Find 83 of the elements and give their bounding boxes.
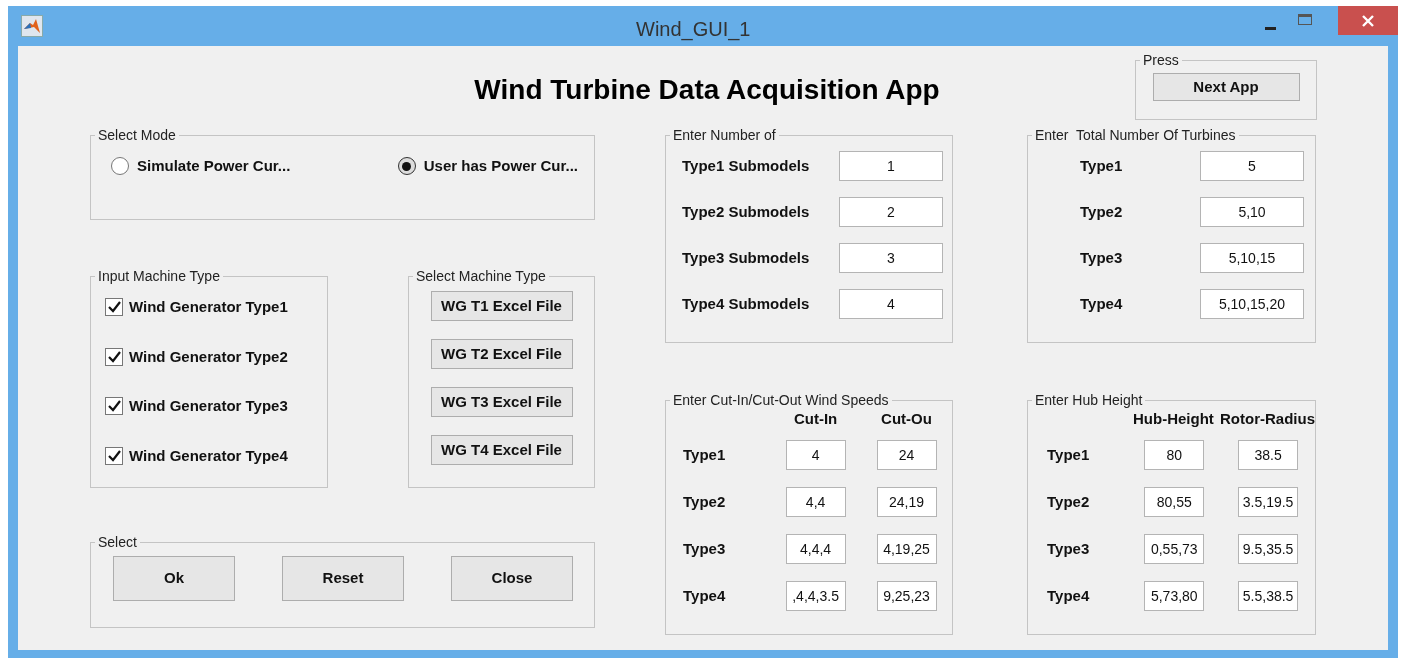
checkbox-label: Wind Generator Type3 — [129, 396, 288, 416]
row-label: Type1 — [683, 444, 727, 465]
text-field[interactable]: 1 — [839, 151, 943, 181]
checkbox[interactable] — [105, 347, 123, 366]
text-field[interactable]: 4 — [839, 289, 943, 319]
text-field[interactable]: 9.5,35.5 — [1238, 534, 1299, 564]
row-label: Type2 — [1047, 491, 1091, 512]
close-icon — [1362, 14, 1374, 27]
row-label: Type1 Submodels — [682, 155, 811, 176]
checkmark-icon — [107, 449, 121, 462]
row-label: Type4 — [1047, 585, 1091, 606]
panel-title: Enter Cut-In/Cut-Out Wind Speeds — [672, 392, 890, 408]
text-field[interactable]: 3.5,19.5 — [1238, 487, 1299, 517]
text-field[interactable]: 4,4,4 — [785, 534, 846, 564]
column-header: Cut-Ou — [880, 409, 933, 429]
text-field[interactable]: 5,73,80 — [1144, 581, 1205, 611]
text-field[interactable]: 80,55 — [1144, 487, 1205, 517]
push-button[interactable]: Close — [451, 556, 573, 601]
text-field[interactable]: 5.5,38.5 — [1238, 581, 1299, 611]
text-field[interactable]: ,4,4,3.5 — [785, 581, 846, 611]
row-label: Type2 Submodels — [682, 201, 811, 222]
column-header: Rotor-Radius — [1220, 409, 1315, 429]
push-button[interactable]: WG T4 Excel File — [430, 435, 573, 465]
push-button[interactable]: Ok — [113, 556, 235, 601]
maximize-icon[interactable] — [1298, 14, 1312, 25]
checkbox-label: Wind Generator Type2 — [129, 346, 288, 367]
push-button[interactable]: WG T3 Excel File — [430, 387, 573, 417]
app-title: Wind Turbine Data Acquisition App — [474, 73, 940, 107]
row-label: Type4 Submodels — [682, 293, 811, 314]
close-button[interactable] — [1338, 6, 1398, 35]
text-field[interactable]: 5,10,15 — [1200, 243, 1304, 273]
row-label: Type2 — [683, 491, 727, 512]
row-label: Type3 — [683, 538, 727, 559]
checkmark-icon — [107, 301, 121, 314]
window-title: Wind_GUI_1 — [636, 17, 751, 43]
text-field[interactable]: 2 — [839, 197, 943, 227]
row-label: Type3 — [1047, 538, 1091, 559]
radio-button[interactable] — [111, 157, 129, 176]
text-field[interactable]: 24 — [876, 440, 937, 470]
row-label: Type3 Submodels — [682, 247, 811, 268]
checkbox[interactable] — [105, 397, 123, 416]
row-label: Type4 — [683, 585, 727, 606]
text-field[interactable]: 80 — [1144, 440, 1205, 470]
push-button[interactable]: Reset — [282, 556, 404, 601]
text-field[interactable]: 5 — [1200, 151, 1304, 181]
push-button[interactable]: WG T2 Excel File — [430, 339, 573, 369]
text-field[interactable]: 24,19 — [876, 487, 937, 517]
column-header: Cut-In — [792, 409, 839, 429]
panel-title: Enter Number of — [672, 127, 777, 143]
radio-label: User has Power Cur... — [423, 156, 578, 176]
panel-title: Enter Hub Height — [1034, 392, 1144, 408]
row-label: Type3 — [1080, 247, 1124, 268]
checkmark-icon — [107, 350, 121, 363]
text-field[interactable]: 38.5 — [1238, 440, 1299, 470]
text-field[interactable]: 5,10 — [1200, 197, 1304, 227]
text-field[interactable]: 4,19,25 — [876, 534, 937, 564]
panel-title: Input Machine Type — [97, 268, 221, 284]
row-label: Type4 — [1080, 293, 1124, 314]
radio-button[interactable] — [397, 157, 416, 176]
text-field[interactable]: 0,55,73 — [1144, 534, 1205, 564]
panel-title: Enter Total Number Of Turbines — [1034, 127, 1237, 143]
panel-title: Select — [97, 534, 138, 550]
text-field[interactable]: 5,10,15,20 — [1200, 289, 1304, 319]
app-icon — [21, 15, 43, 37]
row-label: Type1 — [1047, 444, 1091, 465]
push-button[interactable]: Next App — [1152, 73, 1300, 101]
push-button[interactable]: WG T1 Excel File — [430, 291, 573, 321]
column-header: Hub-Height — [1132, 409, 1215, 429]
checkbox-label: Wind Generator Type4 — [129, 445, 288, 466]
text-field[interactable]: 4 — [785, 440, 846, 470]
text-field[interactable]: 3 — [839, 243, 943, 273]
checkbox[interactable] — [105, 298, 123, 317]
panel-title: Select Mode — [97, 127, 177, 143]
row-label: Type1 — [1080, 155, 1124, 176]
checkbox-label: Wind Generator Type1 — [129, 297, 288, 317]
radio-label: Simulate Power Cur... — [137, 156, 291, 176]
checkmark-icon — [107, 400, 121, 413]
panel-title: Press — [1142, 52, 1180, 68]
text-field[interactable]: 9,25,23 — [876, 581, 937, 611]
text-field[interactable]: 4,4 — [785, 487, 846, 517]
checkbox[interactable] — [105, 446, 123, 465]
row-label: Type2 — [1080, 201, 1124, 222]
panel-title: Select Machine Type — [415, 268, 547, 284]
